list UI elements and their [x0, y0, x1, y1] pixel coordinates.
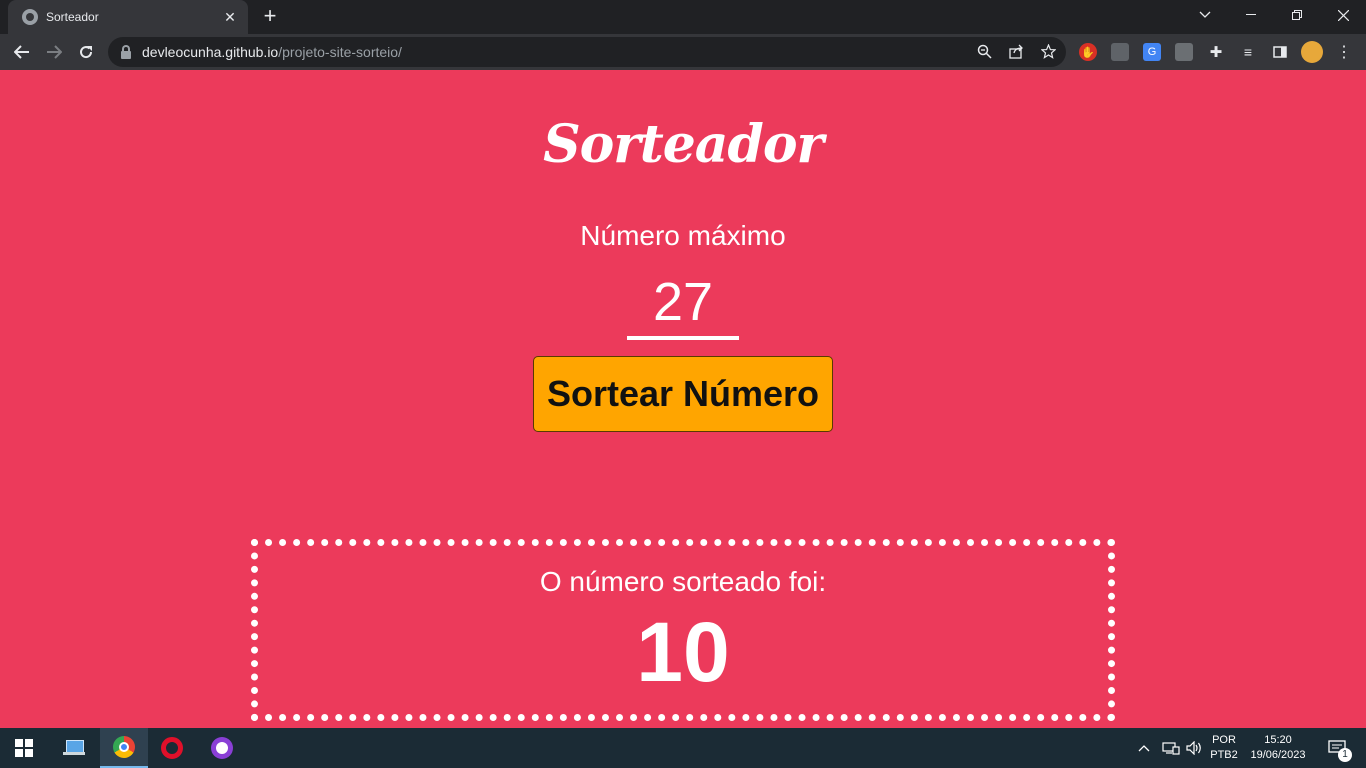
- site-logo: Sorteador: [543, 114, 824, 175]
- extension-icon[interactable]: [1175, 43, 1193, 61]
- url-host: devleocunha.github.io: [142, 44, 279, 60]
- result-label: O número sorteado foi:: [539, 566, 827, 597]
- ad-block-extension-icon[interactable]: ✋: [1079, 43, 1097, 61]
- network-icon[interactable]: [1162, 728, 1180, 768]
- lock-icon: [120, 45, 132, 59]
- input-language-indicator[interactable]: POR PTB2: [1210, 728, 1238, 768]
- cast-extension-icon[interactable]: [1111, 43, 1129, 61]
- close-window-button[interactable]: [1320, 0, 1366, 30]
- windows-logo-icon: [15, 739, 33, 757]
- profile-avatar[interactable]: [1301, 41, 1323, 63]
- share-icon[interactable]: [1008, 44, 1024, 60]
- tab-close-icon[interactable]: ✕: [222, 9, 238, 26]
- browser-toolbar: devleocunha.github.io/projeto-site-sorte…: [0, 34, 1366, 70]
- laptop-icon: [63, 740, 85, 756]
- url-path: /projeto-site-sorteio/: [278, 44, 402, 60]
- address-bar[interactable]: devleocunha.github.io/projeto-site-sorte…: [108, 37, 1066, 67]
- forward-button[interactable]: [40, 38, 68, 66]
- chrome-icon: [113, 736, 135, 758]
- result-number: 10: [636, 605, 730, 699]
- restore-button[interactable]: [1274, 0, 1320, 30]
- globe-icon: [22, 9, 38, 25]
- clock[interactable]: 15:20 19/06/2023: [1246, 728, 1310, 768]
- windows-taskbar: POR PTB2 15:20 19/06/2023 1: [0, 728, 1366, 768]
- side-panel-icon[interactable]: [1271, 43, 1289, 61]
- taskbar-chrome[interactable]: [100, 728, 148, 768]
- taskbar-opera[interactable]: [148, 728, 196, 768]
- page-content: Sorteador Número máximo Sortear Número O…: [0, 70, 1366, 728]
- tab-search-icon[interactable]: [1182, 0, 1228, 30]
- start-button[interactable]: [0, 728, 48, 768]
- tab-title: Sorteador: [46, 10, 99, 24]
- tab-strip: Sorteador ✕ +: [0, 0, 1366, 34]
- show-hidden-icons-button[interactable]: [1138, 728, 1150, 768]
- browser-tab[interactable]: Sorteador ✕: [8, 0, 248, 34]
- opera-icon: [161, 737, 183, 759]
- keyboard-layout: PTB2: [1210, 749, 1238, 761]
- draw-number-button[interactable]: Sortear Número: [533, 356, 833, 432]
- taskbar-github-desktop[interactable]: [198, 728, 246, 768]
- clock-time: 15:20: [1264, 734, 1292, 746]
- new-tab-button[interactable]: +: [258, 5, 282, 29]
- max-number-label: Número máximo: [580, 220, 786, 251]
- zoom-icon[interactable]: [976, 44, 992, 60]
- notification-count-badge: 1: [1338, 748, 1352, 762]
- translate-extension-icon[interactable]: G: [1143, 43, 1161, 61]
- bookmark-star-icon[interactable]: [1039, 43, 1057, 60]
- volume-icon[interactable]: [1186, 728, 1204, 768]
- github-icon: [211, 737, 233, 759]
- minimize-button[interactable]: [1228, 0, 1274, 30]
- extensions-puzzle-icon[interactable]: ✚: [1207, 43, 1225, 61]
- action-center-button[interactable]: 1: [1322, 728, 1352, 768]
- result-box: O número sorteado foi: 10: [251, 539, 1115, 721]
- clock-date: 19/06/2023: [1250, 749, 1306, 761]
- media-controls-icon[interactable]: ≡: [1239, 43, 1257, 61]
- taskbar-this-pc[interactable]: [50, 728, 98, 768]
- reload-button[interactable]: [72, 38, 100, 66]
- max-number-input[interactable]: [627, 268, 739, 340]
- back-button[interactable]: [8, 38, 36, 66]
- menu-kebab-icon[interactable]: ⋮: [1335, 43, 1353, 61]
- language-code: POR: [1212, 734, 1236, 746]
